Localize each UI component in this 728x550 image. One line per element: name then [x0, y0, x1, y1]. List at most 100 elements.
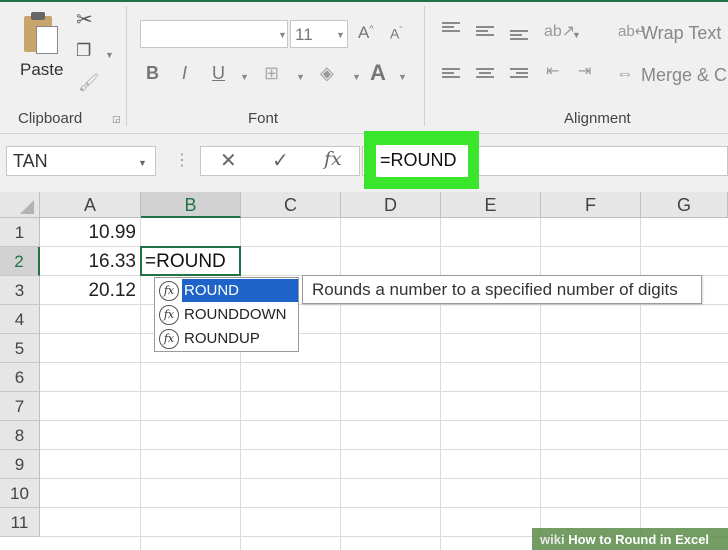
column-header-f[interactable]: F [541, 192, 641, 218]
font-size-value: 11 [295, 25, 313, 44]
clipboard-clip-icon [31, 12, 45, 20]
row-header-4[interactable]: 4 [0, 305, 40, 334]
enter-icon[interactable]: ✓ [272, 148, 289, 173]
cell-a1[interactable]: 10.99 [44, 222, 136, 244]
fill-color-icon[interactable]: ◈ [320, 64, 334, 82]
grid-line [40, 362, 728, 363]
align-left-icon[interactable] [442, 68, 460, 82]
bottom-align-icon[interactable] [510, 30, 528, 44]
row-header-8[interactable]: 8 [0, 421, 40, 450]
formula-text[interactable]: =ROUND [376, 145, 468, 177]
cancel-icon[interactable]: ✕ [220, 148, 237, 173]
paste-label: Paste [20, 60, 64, 79]
drag-handle-icon[interactable]: ⋮ [174, 150, 190, 170]
alignment-group-label: Alignment [564, 110, 631, 127]
decrease-indent-icon[interactable]: ⇤ [546, 64, 559, 80]
align-center-icon[interactable] [476, 68, 494, 82]
merge-center-button[interactable]: Merge & C [641, 65, 727, 86]
row-header-7[interactable]: 7 [0, 392, 40, 421]
autocomplete-item-round[interactable]: fx ROUND [157, 279, 298, 302]
insert-function-icon[interactable]: fx [324, 148, 342, 170]
font-group-label: Font [248, 110, 279, 127]
grid-line [540, 218, 541, 550]
paper-icon [36, 26, 58, 54]
ribbon-accent-line [0, 0, 728, 2]
row-header-2[interactable]: 2 [0, 247, 40, 276]
column-header-e[interactable]: E [441, 192, 541, 218]
orientation-icon[interactable]: ab↗ [544, 24, 575, 40]
column-header-c[interactable]: C [241, 192, 341, 218]
copy-dropdown-icon[interactable]: ▼ [105, 50, 114, 60]
active-cell-b2[interactable]: =ROUND [140, 246, 241, 276]
function-tooltip: Rounds a number to a specified number of… [302, 275, 702, 304]
italic-button[interactable]: I [182, 64, 187, 82]
name-box[interactable]: TAN [6, 146, 156, 176]
grid-line [40, 507, 728, 508]
autocomplete-item-label: ROUNDDOWN [184, 306, 287, 323]
borders-icon[interactable]: ⊞ [264, 64, 279, 82]
orientation-dropdown-icon[interactable]: ▼ [572, 30, 581, 40]
grid-line [640, 218, 641, 550]
merge-icon: ⇔ [616, 63, 634, 83]
function-icon: fx [159, 281, 179, 301]
grid-line [40, 333, 728, 334]
cell-a2[interactable]: 16.33 [44, 251, 136, 273]
watermark: wiki How to Round in Excel [532, 528, 728, 550]
column-header-g[interactable]: G [641, 192, 728, 218]
column-header-a[interactable]: A [40, 192, 141, 218]
wrap-text-button[interactable]: Wrap Text [641, 23, 721, 44]
increase-indent-icon[interactable]: ⇥ [578, 64, 591, 80]
format-painter-icon[interactable]: 🖌 [78, 74, 100, 91]
shrink-font-button[interactable]: Aˇ [390, 26, 402, 41]
fill-color-dropdown-icon[interactable]: ▼ [352, 72, 361, 82]
grid-line [40, 391, 728, 392]
select-all-icon [20, 200, 34, 214]
font-name-box[interactable] [140, 20, 288, 48]
grid-line [40, 420, 728, 421]
group-separator [424, 6, 425, 126]
align-right-icon[interactable] [510, 68, 528, 82]
copy-icon[interactable]: ❐ [76, 42, 91, 59]
cell-a3[interactable]: 20.12 [44, 280, 136, 302]
watermark-brand: wiki [540, 532, 565, 547]
font-name-dropdown-icon[interactable]: ▼ [278, 30, 287, 40]
grid-line [340, 218, 341, 550]
autocomplete-item-label: ROUND [182, 279, 298, 302]
top-align-icon[interactable] [442, 22, 460, 36]
grid-line [440, 218, 441, 550]
font-size-dropdown-icon[interactable]: ▼ [336, 30, 345, 40]
name-box-dropdown-icon[interactable]: ▼ [138, 158, 147, 168]
clipboard-group-label: Clipboard [18, 110, 83, 127]
row-header-9[interactable]: 9 [0, 450, 40, 479]
font-color-button[interactable]: A [370, 62, 386, 84]
row-header-11[interactable]: 11 [0, 508, 40, 537]
column-header-b[interactable]: B [141, 192, 241, 218]
cut-icon[interactable]: ✂ [76, 10, 93, 30]
autocomplete-item-rounddown[interactable]: fx ROUNDDOWN [157, 303, 298, 326]
grow-font-button[interactable]: A^ [358, 24, 374, 41]
grid-line [40, 478, 728, 479]
underline-dropdown-icon[interactable]: ▼ [240, 72, 249, 82]
autocomplete-item-roundup[interactable]: fx ROUNDUP [157, 327, 298, 350]
row-header-10[interactable]: 10 [0, 479, 40, 508]
function-autocomplete-list: fx ROUND fx ROUNDDOWN fx ROUNDUP [154, 277, 299, 352]
row-header-1[interactable]: 1 [0, 218, 40, 247]
row-header-5[interactable]: 5 [0, 334, 40, 363]
clipboard-launcher-icon[interactable]: ◲ [112, 114, 121, 125]
underline-button[interactable]: U [212, 64, 225, 82]
watermark-title: How to Round in Excel [568, 532, 710, 547]
middle-align-icon[interactable] [476, 26, 494, 40]
function-icon: fx [159, 329, 179, 349]
paste-button[interactable]: Paste [14, 8, 66, 88]
bold-button[interactable]: B [146, 64, 159, 82]
group-separator [126, 6, 127, 126]
font-color-dropdown-icon[interactable]: ▼ [398, 72, 407, 82]
row-header-3[interactable]: 3 [0, 276, 40, 305]
grid-line [40, 449, 728, 450]
borders-dropdown-icon[interactable]: ▼ [296, 72, 305, 82]
grid-line [40, 304, 728, 305]
row-header-6[interactable]: 6 [0, 363, 40, 392]
autocomplete-item-label: ROUNDUP [184, 330, 260, 347]
column-header-d[interactable]: D [341, 192, 441, 218]
function-icon: fx [159, 305, 179, 325]
